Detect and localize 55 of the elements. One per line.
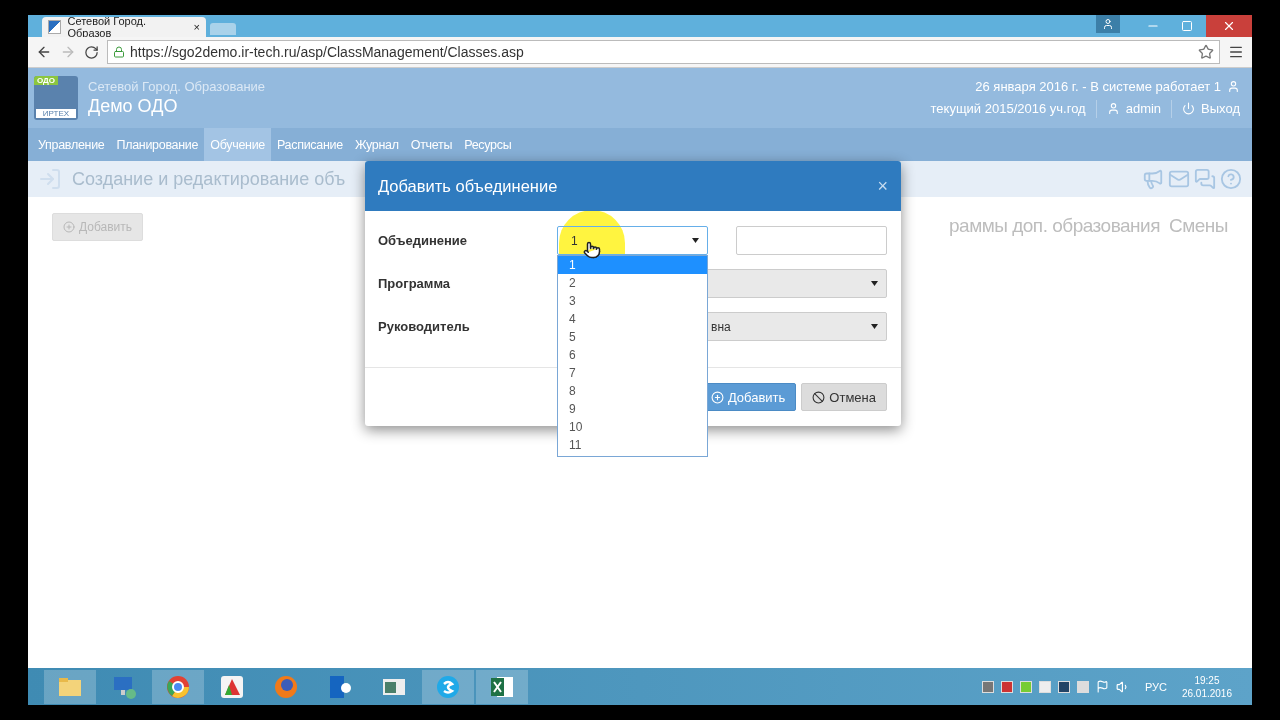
taskbar-button[interactable]	[152, 669, 204, 704]
caret-icon	[871, 324, 878, 329]
user-icon	[1227, 79, 1240, 93]
select-value: вна	[711, 319, 731, 334]
status-text: 26 января 2016 г. - В системе работает 1	[975, 78, 1221, 94]
lock-icon	[113, 46, 125, 58]
reload-icon[interactable]	[84, 44, 99, 60]
page-title: Создание и редактирование объ	[72, 168, 346, 190]
close-button[interactable]	[1206, 15, 1252, 37]
clock-date: 26.01.2016	[1181, 687, 1232, 699]
tray-icon[interactable]	[1057, 680, 1070, 693]
input-field[interactable]	[736, 226, 887, 255]
maximize-icon	[1181, 20, 1193, 32]
address-field[interactable]: https://sgo2demo.ir-tech.ru/asp/ClassManagement/Classes.asp	[107, 40, 1220, 64]
taskbar-button[interactable]	[476, 669, 528, 704]
caret-icon	[692, 238, 699, 243]
site-title: Демо ОДО	[88, 96, 179, 117]
field-label: Руководитель	[378, 319, 471, 334]
favicon-icon	[48, 20, 62, 34]
forward-icon[interactable]	[60, 44, 76, 60]
tab-close[interactable]: ×	[193, 21, 200, 33]
url-text: https://sgo2demo.ir-tech.ru/asp/ClassManagement/Classes.asp	[130, 44, 524, 60]
tray-icon[interactable]	[981, 680, 994, 693]
cancel-button[interactable]: Отмена	[801, 383, 887, 411]
chat-icon[interactable]	[1194, 168, 1216, 190]
dialog-title: Добавить объединение	[378, 176, 558, 196]
megaphone-icon[interactable]	[1142, 168, 1164, 190]
cancel-icon	[812, 390, 826, 404]
logo-text: ОДО	[34, 76, 59, 85]
user-icon	[1106, 102, 1120, 115]
tray-icon[interactable]	[1000, 680, 1013, 693]
menu-icon[interactable]	[1228, 44, 1244, 60]
flag-icon[interactable]	[1095, 680, 1109, 693]
taskbar-button[interactable]	[422, 669, 474, 704]
field-label: Объединение	[378, 233, 469, 248]
logo-text: ИРТЕХ	[36, 109, 76, 118]
help-icon[interactable]	[1220, 168, 1242, 190]
caret-icon	[871, 281, 878, 286]
taskbar-button[interactable]	[44, 669, 96, 704]
school-year: текущий 2015/2016 уч.год	[930, 101, 1086, 116]
select-field[interactable]: 1	[557, 226, 708, 255]
user-icon[interactable]	[1096, 15, 1120, 33]
power-icon	[1182, 102, 1196, 115]
tab-title: Сетевой Город. Образов	[67, 15, 148, 39]
site-subtitle: Сетевой Город. Образование	[88, 79, 266, 94]
mail-icon[interactable]	[1168, 168, 1190, 190]
plus-circle-icon	[710, 390, 724, 404]
plus-circle-icon	[63, 221, 75, 233]
browser-tab[interactable]: Сетевой Город. Образов ×	[42, 17, 206, 37]
clock-time: 19:25	[1194, 674, 1220, 686]
close-icon	[1222, 19, 1236, 33]
bookmark-star-icon[interactable]	[1198, 44, 1214, 60]
back-icon[interactable]	[36, 44, 52, 60]
field-label: Программа	[378, 276, 452, 291]
select-value: 1	[571, 233, 578, 248]
